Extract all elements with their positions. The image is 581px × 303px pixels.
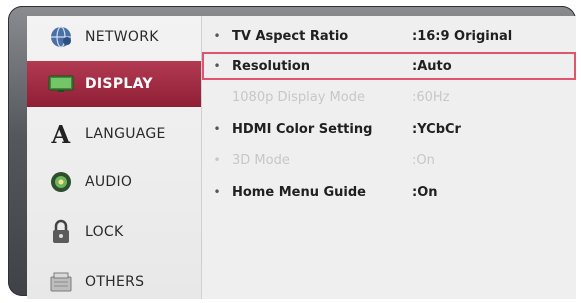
setting-label: 3D Mode (232, 152, 290, 168)
row-bullet: • (213, 153, 221, 167)
row-bullet: • (213, 59, 221, 73)
setting-label: TV Aspect Ratio (232, 28, 349, 44)
setting-value: :Auto (412, 58, 452, 74)
sidebar-item-label: LANGUAGE (85, 126, 166, 142)
lock-icon (47, 218, 75, 246)
setting-row-resolution[interactable]: • Resolution :Auto (202, 52, 576, 80)
sidebar-item-network[interactable]: NETWORK (27, 16, 201, 58)
setting-row-tv-aspect-ratio[interactable]: • TV Aspect Ratio :16:9 Original (202, 22, 576, 50)
setting-label: 1080p Display Mode (232, 89, 365, 105)
sidebar-item-language[interactable]: A LANGUAGE (27, 113, 201, 155)
setting-value: :16:9 Original (412, 28, 513, 44)
sidebar-item-label: NETWORK (85, 29, 159, 45)
setting-row-3d-mode: • 3D Mode :On (202, 146, 576, 174)
display-tv-icon (47, 70, 75, 98)
others-box-icon (47, 268, 75, 296)
sidebar-item-label: DISPLAY (85, 76, 153, 92)
row-bullet: • (213, 122, 221, 136)
sidebar-item-audio[interactable]: AUDIO (27, 161, 201, 203)
network-globe-icon (47, 23, 75, 51)
row-bullet: • (213, 185, 221, 199)
setting-label: Home Menu Guide (232, 184, 366, 200)
setting-label: Resolution (232, 58, 311, 74)
setting-row-home-menu-guide[interactable]: • Home Menu Guide :On (202, 178, 576, 206)
setting-value: :YCbCr (412, 121, 461, 137)
sidebar-item-label: OTHERS (85, 274, 145, 290)
sidebar-item-others[interactable]: OTHERS (27, 261, 201, 303)
setting-value: :On (412, 184, 438, 200)
settings-sidebar: NETWORK DISPLAY A LANGUAGE AUDIO LOCK OT… (27, 16, 202, 299)
sidebar-item-lock[interactable]: LOCK (27, 211, 201, 253)
setting-row-hdmi-color-setting[interactable]: • HDMI Color Setting :YCbCr (202, 115, 576, 143)
sidebar-item-label: LOCK (85, 224, 124, 240)
setting-row-1080p-display-mode: 1080p Display Mode :60Hz (202, 83, 576, 111)
audio-speaker-icon (47, 168, 75, 196)
setting-value: :60Hz (412, 89, 450, 105)
setting-value: :On (412, 152, 435, 168)
language-letter-icon: A (51, 119, 71, 149)
sidebar-item-label: AUDIO (85, 174, 133, 190)
settings-panel: • TV Aspect Ratio :16:9 Original • Resol… (202, 16, 576, 299)
sidebar-item-display[interactable]: DISPLAY (27, 61, 201, 107)
row-bullet: • (213, 29, 221, 43)
setting-label: HDMI Color Setting (232, 121, 373, 137)
